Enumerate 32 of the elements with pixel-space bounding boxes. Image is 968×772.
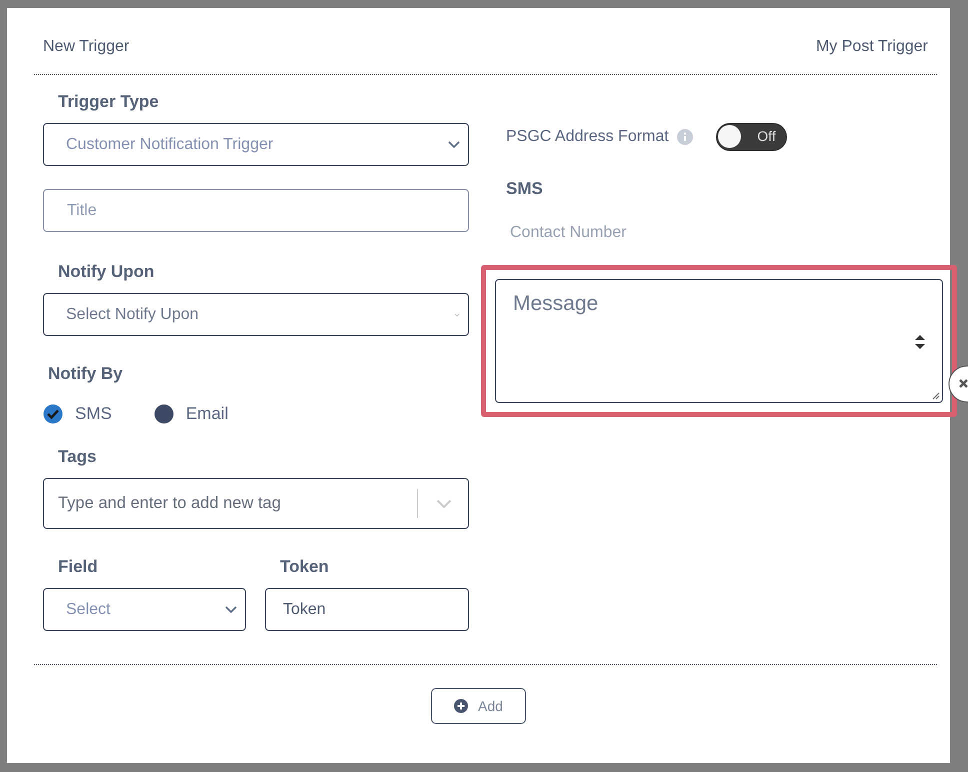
chevron-down-icon: [225, 606, 237, 614]
field-label: Tags: [57, 447, 98, 467]
radio-button[interactable]: [43, 404, 63, 424]
sort-icon: [915, 335, 925, 349]
field-label: Notify Upon: [57, 262, 156, 282]
resize-grip-icon: [932, 392, 940, 400]
plus-circle-icon: [454, 699, 468, 713]
chevron-down-icon: [436, 498, 452, 508]
field-label: Notify By: [47, 364, 124, 384]
tags-field[interactable]: Type and enter to add new tag: [43, 478, 469, 529]
close-button[interactable]: [946, 365, 968, 403]
trigger-name: My Post Trigger: [816, 38, 928, 57]
token-field[interactable]: Token: [265, 588, 469, 631]
field-label: Token: [279, 557, 330, 577]
title-field[interactable]: Title: [43, 189, 469, 232]
section-heading: SMS: [506, 179, 544, 199]
setting-label: PSGC Address Format: [506, 128, 669, 146]
info-icon: [676, 129, 693, 145]
toggle-switch[interactable]: Off: [716, 123, 787, 151]
message-field[interactable]: Message: [495, 279, 943, 403]
radio-label: SMS: [75, 404, 112, 424]
add-button[interactable]: Add: [431, 688, 526, 724]
dialog-title: New Trigger: [43, 38, 130, 57]
notify-upon-select[interactable]: Select Notify Upon: [43, 293, 469, 336]
field-label: Field: [57, 557, 99, 577]
radio-button[interactable]: [154, 404, 174, 424]
field-select[interactable]: Select: [43, 588, 246, 631]
radio-label: Email: [186, 404, 228, 424]
chevron-down-icon: [454, 312, 460, 316]
trigger-type-select[interactable]: Customer Notification Trigger: [43, 123, 469, 166]
field-label: Trigger Type: [57, 92, 160, 112]
chevron-down-icon: [448, 140, 460, 148]
